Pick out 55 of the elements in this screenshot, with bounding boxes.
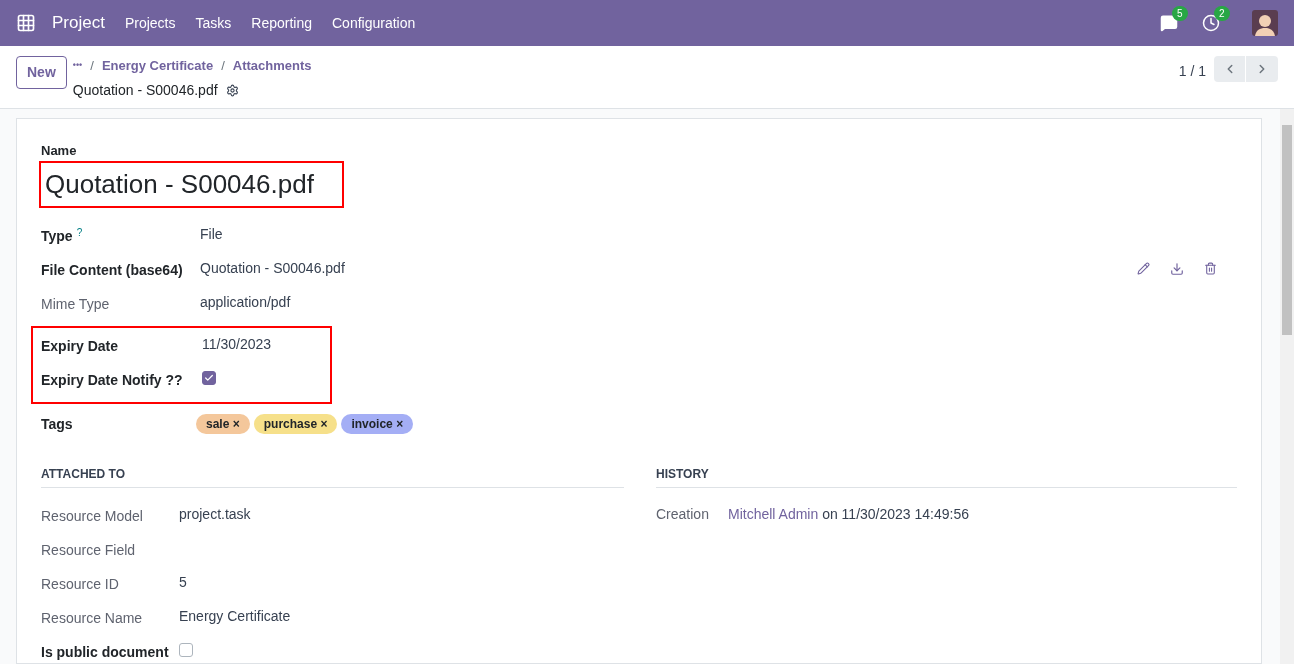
field-label: Expiry Date Notify ?? bbox=[41, 371, 183, 388]
delete-icon[interactable] bbox=[1204, 261, 1217, 275]
field-value: project.task bbox=[179, 504, 251, 524]
field-value: 11/30/2023 bbox=[202, 334, 272, 354]
field-label: Creation bbox=[656, 504, 710, 524]
count-badge: 5 bbox=[1172, 6, 1188, 21]
help-mark[interactable]: ? bbox=[76, 226, 83, 238]
breadcrumb-separator: / bbox=[221, 57, 225, 75]
count-badge: 2 bbox=[1214, 6, 1230, 21]
menu-item[interactable]: Tasks bbox=[195, 12, 232, 34]
field-label: Type bbox=[41, 227, 73, 244]
pager-value: 1 / 1 bbox=[1178, 62, 1206, 81]
messages-icon[interactable] bbox=[1160, 14, 1178, 32]
tag[interactable]: invoice × bbox=[341, 413, 414, 434]
field-label: Resource Field bbox=[41, 541, 136, 558]
field-value: application/pdf bbox=[200, 292, 291, 312]
download-icon[interactable] bbox=[1170, 261, 1184, 276]
settings-icon[interactable] bbox=[225, 83, 239, 97]
record-title: Quotation - S00046.pdf bbox=[72, 80, 218, 100]
breadcrumb-separator: / bbox=[90, 57, 94, 75]
tag[interactable]: sale × bbox=[196, 413, 250, 434]
field-label: File Content (base64) bbox=[41, 261, 183, 278]
field-label: Name bbox=[41, 142, 78, 160]
breadcrumb-link[interactable]: Attachments bbox=[232, 56, 312, 76]
checkbox[interactable] bbox=[202, 370, 216, 385]
user-avatar[interactable] bbox=[1252, 10, 1278, 36]
field-label: Mime Type bbox=[41, 295, 110, 312]
user-link[interactable]: Mitchell Admin bbox=[728, 505, 819, 522]
section-title: ATTACHED TO bbox=[41, 464, 624, 488]
edit-icon[interactable] bbox=[1137, 261, 1150, 275]
menu-item[interactable]: Projects bbox=[124, 12, 176, 34]
field-value: 5 bbox=[179, 572, 187, 592]
field-label: Resource Name bbox=[41, 609, 143, 626]
breadcrumb-more[interactable]: ••• bbox=[72, 59, 83, 73]
field-value: File bbox=[200, 224, 223, 244]
activities-icon[interactable] bbox=[1202, 14, 1220, 32]
field-value: Quotation - S00046.pdf bbox=[200, 258, 345, 278]
section-title: HISTORY bbox=[656, 464, 1237, 488]
new-button[interactable]: New bbox=[16, 56, 67, 89]
menu-item[interactable]: Reporting bbox=[251, 12, 312, 34]
menu-item[interactable]: Configuration bbox=[332, 12, 416, 34]
field-label: Is public document bbox=[41, 643, 169, 660]
name-field[interactable]: Quotation - S00046.pdf bbox=[39, 160, 344, 208]
field-label: Resource Model bbox=[41, 507, 143, 524]
field-label: Tags bbox=[41, 414, 74, 434]
field-label: Expiry Date bbox=[41, 337, 119, 354]
field-label: Resource ID bbox=[41, 575, 119, 592]
checkbox[interactable] bbox=[179, 642, 193, 657]
check-icon bbox=[204, 372, 214, 383]
apps-menu-icon[interactable] bbox=[16, 13, 36, 33]
app-name[interactable]: Project bbox=[52, 10, 105, 36]
breadcrumb-link[interactable]: Energy Certificate bbox=[101, 56, 214, 76]
field-value: Mitchell Admin on 11/30/2023 14:49:56 bbox=[728, 504, 970, 524]
tag[interactable]: purchase × bbox=[253, 413, 338, 434]
field-value: Energy Certificate bbox=[179, 606, 291, 626]
